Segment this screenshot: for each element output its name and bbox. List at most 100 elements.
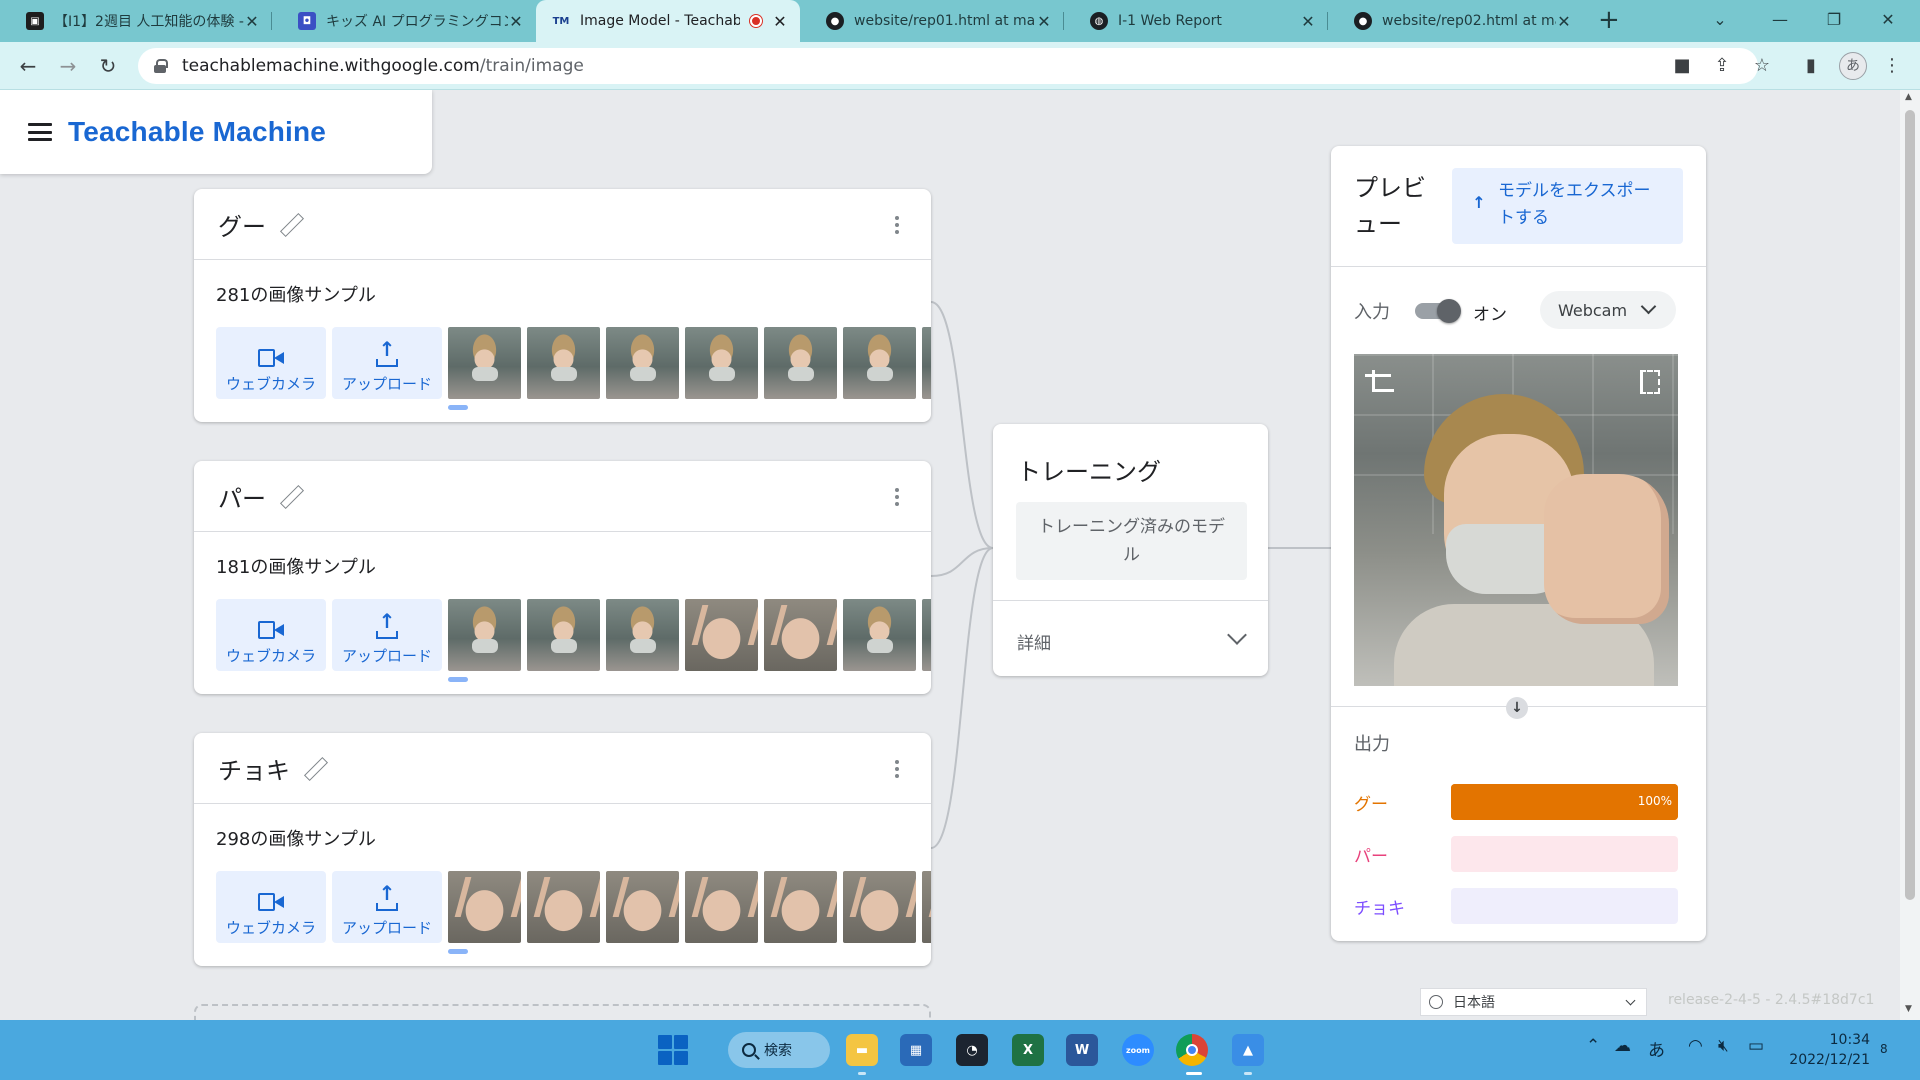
tab-rep01[interactable]: ● website/rep01.html at mast ✕ (800, 0, 1064, 42)
camera-in-use-icon[interactable]: ■ (1670, 54, 1694, 78)
sample-thumbnail[interactable] (448, 327, 521, 399)
thumbnail-scroll-indicator[interactable] (448, 405, 468, 410)
crop-icon[interactable] (1365, 370, 1394, 392)
tab-rep02[interactable]: ● website/rep02.html at mast ✕ (1328, 0, 1584, 42)
close-tab-icon[interactable]: ✕ (508, 12, 524, 31)
scrollbar-thumb[interactable] (1905, 110, 1915, 900)
taskbar-search[interactable]: 検索 (728, 1032, 830, 1068)
class-options-icon[interactable] (895, 216, 899, 234)
chrome-icon[interactable] (1176, 1034, 1208, 1066)
side-panel-icon[interactable]: ▮ (1799, 54, 1823, 78)
sample-thumbnail[interactable] (527, 871, 600, 943)
edit-pencil-icon[interactable] (304, 757, 326, 779)
close-tab-icon[interactable]: ✕ (1036, 12, 1052, 31)
restore-icon[interactable]: ❐ (1804, 0, 1864, 42)
scroll-down-icon[interactable]: ▼ (1905, 1004, 1912, 1014)
speedtest-icon[interactable]: ◔ (956, 1034, 988, 1066)
word-icon[interactable]: W (1066, 1034, 1098, 1066)
battery-icon[interactable]: ▭ (1748, 1036, 1764, 1056)
sample-thumbnail[interactable] (448, 599, 521, 671)
close-tab-icon[interactable]: ✕ (1300, 12, 1316, 31)
hamburger-menu-icon[interactable] (28, 123, 52, 141)
sample-thumbnail[interactable] (764, 327, 837, 399)
tab-web-report[interactable]: ◍ I-1 Web Report ✕ (1064, 0, 1328, 42)
close-tab-icon[interactable]: ✕ (1556, 12, 1572, 31)
file-explorer-icon[interactable]: ▬ (846, 1034, 878, 1066)
excel-icon[interactable]: X (1012, 1034, 1044, 1066)
sample-thumbnails[interactable] (448, 871, 931, 943)
webcam-button[interactable]: ウェブカメラ (216, 871, 326, 943)
share-icon[interactable]: ⇪ (1710, 54, 1734, 78)
sample-thumbnail[interactable] (764, 871, 837, 943)
sample-thumbnails[interactable] (448, 327, 931, 399)
photos-icon[interactable]: ▲ (1232, 1034, 1264, 1066)
sample-thumbnail[interactable] (606, 327, 679, 399)
close-tab-icon[interactable]: ✕ (244, 12, 260, 31)
tab-teachable-machine[interactable]: TM Image Model - Teachab ✕ (536, 0, 800, 42)
language-select[interactable]: 日本語 (1420, 988, 1647, 1016)
page-scrollbar[interactable]: ▲ ▼ (1900, 90, 1920, 1020)
tab-classroom[interactable]: ▣ 【I1】2週目 人工知能の体験 - ✕ (0, 0, 272, 42)
sample-thumbnail[interactable] (685, 327, 758, 399)
notification-count[interactable]: 8 (1880, 1042, 1888, 1056)
sample-thumbnail[interactable] (527, 599, 600, 671)
onedrive-icon[interactable]: ☁ (1614, 1036, 1631, 1056)
sample-thumbnail[interactable] (843, 327, 916, 399)
sample-thumbnail[interactable] (843, 871, 916, 943)
reload-icon[interactable]: ↻ (92, 50, 124, 82)
tray-chevron-icon[interactable]: ⌃ (1586, 1036, 1600, 1056)
wifi-icon[interactable]: ◠ (1688, 1036, 1703, 1056)
export-model-button[interactable]: ↑ モデルをエクスポートする (1452, 168, 1683, 244)
forward-icon[interactable]: → (52, 50, 84, 82)
sample-thumbnail[interactable] (527, 327, 600, 399)
thumbnail-scroll-indicator[interactable] (448, 949, 468, 954)
class-name[interactable]: チョキ (218, 751, 290, 786)
close-tab-icon[interactable]: ✕ (772, 12, 788, 31)
edit-pencil-icon[interactable] (280, 485, 302, 507)
sample-thumbnail[interactable] (606, 599, 679, 671)
sample-thumbnail[interactable] (685, 599, 758, 671)
bookmark-star-icon[interactable]: ☆ (1750, 54, 1774, 78)
sample-thumbnail[interactable] (922, 599, 931, 671)
chevron-down-icon[interactable] (1227, 625, 1247, 645)
minimize-icon[interactable]: — (1750, 0, 1810, 42)
sample-thumbnail[interactable] (843, 599, 916, 671)
speaker-muted-icon[interactable]: 🔇︎ (1718, 1036, 1729, 1056)
tab-kids-ai[interactable]: ◘ キッズ AI プログラミングコンテスト ✕ (272, 0, 536, 42)
system-clock[interactable]: 10:34 2022/12/21 (1780, 1030, 1870, 1070)
add-class-card[interactable] (194, 1004, 931, 1020)
windows-start-icon[interactable] (658, 1035, 688, 1065)
new-tab-button[interactable]: + (1598, 6, 1620, 34)
advanced-toggle[interactable]: 詳細 (1017, 629, 1051, 654)
sample-thumbnail[interactable] (448, 871, 521, 943)
profile-avatar[interactable]: あ (1839, 52, 1867, 80)
class-options-icon[interactable] (895, 488, 899, 506)
address-bar[interactable]: teachablemachine.withgoogle.com/train/im… (138, 48, 1758, 84)
class-name[interactable]: グー (218, 207, 266, 242)
sample-thumbnail[interactable] (922, 871, 931, 943)
upload-button[interactable]: アップロード (332, 871, 442, 943)
upload-button[interactable]: アップロード (332, 599, 442, 671)
zoom-icon[interactable]: zoom (1122, 1034, 1154, 1066)
sample-thumbnail[interactable] (764, 599, 837, 671)
sample-thumbnail[interactable] (606, 871, 679, 943)
thumbnail-scroll-indicator[interactable] (448, 677, 468, 682)
app-brand[interactable]: Teachable Machine (68, 116, 326, 148)
store-icon[interactable]: ▦ (900, 1034, 932, 1066)
class-name[interactable]: パー (218, 479, 266, 514)
upload-button[interactable]: アップロード (332, 327, 442, 399)
menu-kebab-icon[interactable]: ⋮ (1880, 54, 1904, 78)
sample-thumbnail[interactable] (922, 327, 931, 399)
webcam-button[interactable]: ウェブカメラ (216, 599, 326, 671)
close-window-icon[interactable]: ✕ (1858, 0, 1918, 42)
input-source-select[interactable]: Webcam (1540, 291, 1676, 329)
sample-thumbnail[interactable] (685, 871, 758, 943)
class-options-icon[interactable] (895, 760, 899, 778)
webcam-button[interactable]: ウェブカメラ (216, 327, 326, 399)
flip-icon[interactable] (1640, 370, 1660, 394)
ime-indicator[interactable]: あ (1648, 1036, 1665, 1061)
train-model-button[interactable]: トレーニング済みのモデル (1016, 502, 1247, 580)
sample-thumbnails[interactable] (448, 599, 931, 671)
input-toggle[interactable] (1415, 299, 1461, 323)
back-icon[interactable]: ← (12, 50, 44, 82)
